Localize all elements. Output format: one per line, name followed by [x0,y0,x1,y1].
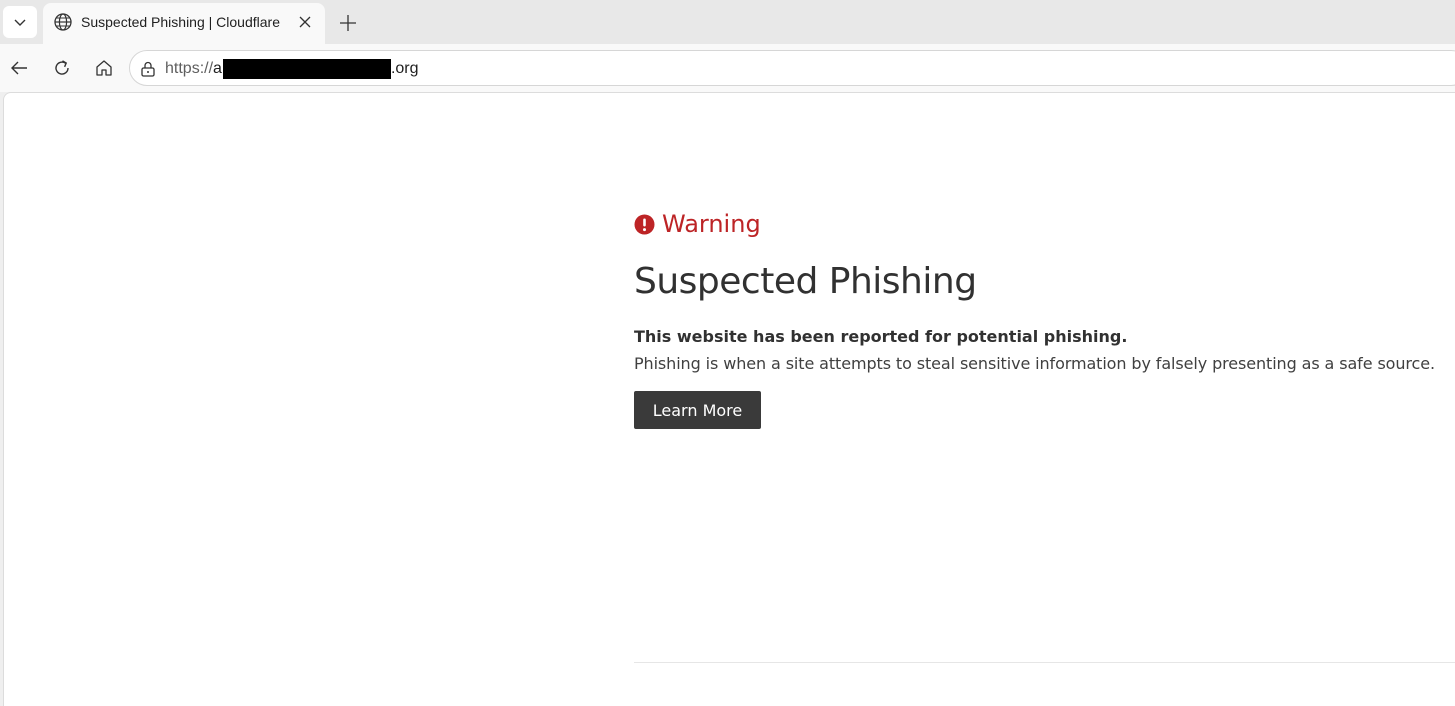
back-arrow-icon [11,61,27,75]
url-host-prefix: a [213,60,222,77]
browser-toolbar: https:// a .org [0,44,1455,92]
warning-heading: Warning [634,210,761,238]
lead-text: This website has been reported for poten… [634,327,1128,346]
globe-icon [54,13,72,31]
home-icon [96,60,112,76]
plus-icon [340,15,356,31]
close-icon [299,16,311,28]
back-button[interactable] [5,54,33,82]
divider [634,662,1455,663]
url-scheme: https:// [165,60,214,77]
home-button[interactable] [90,54,118,82]
learn-more-button[interactable]: Learn More [634,391,761,429]
url-text: https:// a .org [165,59,419,79]
lock-icon[interactable] [139,60,157,78]
new-tab-button[interactable] [334,9,362,37]
tab-close-button[interactable] [295,12,315,32]
browser-tab[interactable]: Suspected Phishing | Cloudflare [43,3,325,44]
browser-window: Suspected Phishing | Cloudflare https://… [0,0,1455,706]
url-suffix: .org [390,60,419,77]
reload-icon [55,60,69,75]
address-bar[interactable]: https:// a .org [129,50,1455,86]
chevron-down-icon [14,19,26,26]
warning-label: Warning [662,210,761,238]
description-text: Phishing is when a site attempts to stea… [634,354,1435,373]
page-title: Suspected Phishing [634,261,977,302]
exclamation-circle-icon [634,214,655,234]
tab-list-button[interactable] [3,6,37,38]
page-content: Warning Suspected Phishing This website … [3,92,1455,706]
tab-title: Suspected Phishing | Cloudflare [81,14,280,30]
tab-strip: Suspected Phishing | Cloudflare [0,0,1455,44]
url-redaction-block [222,59,391,79]
reload-button[interactable] [48,54,76,82]
